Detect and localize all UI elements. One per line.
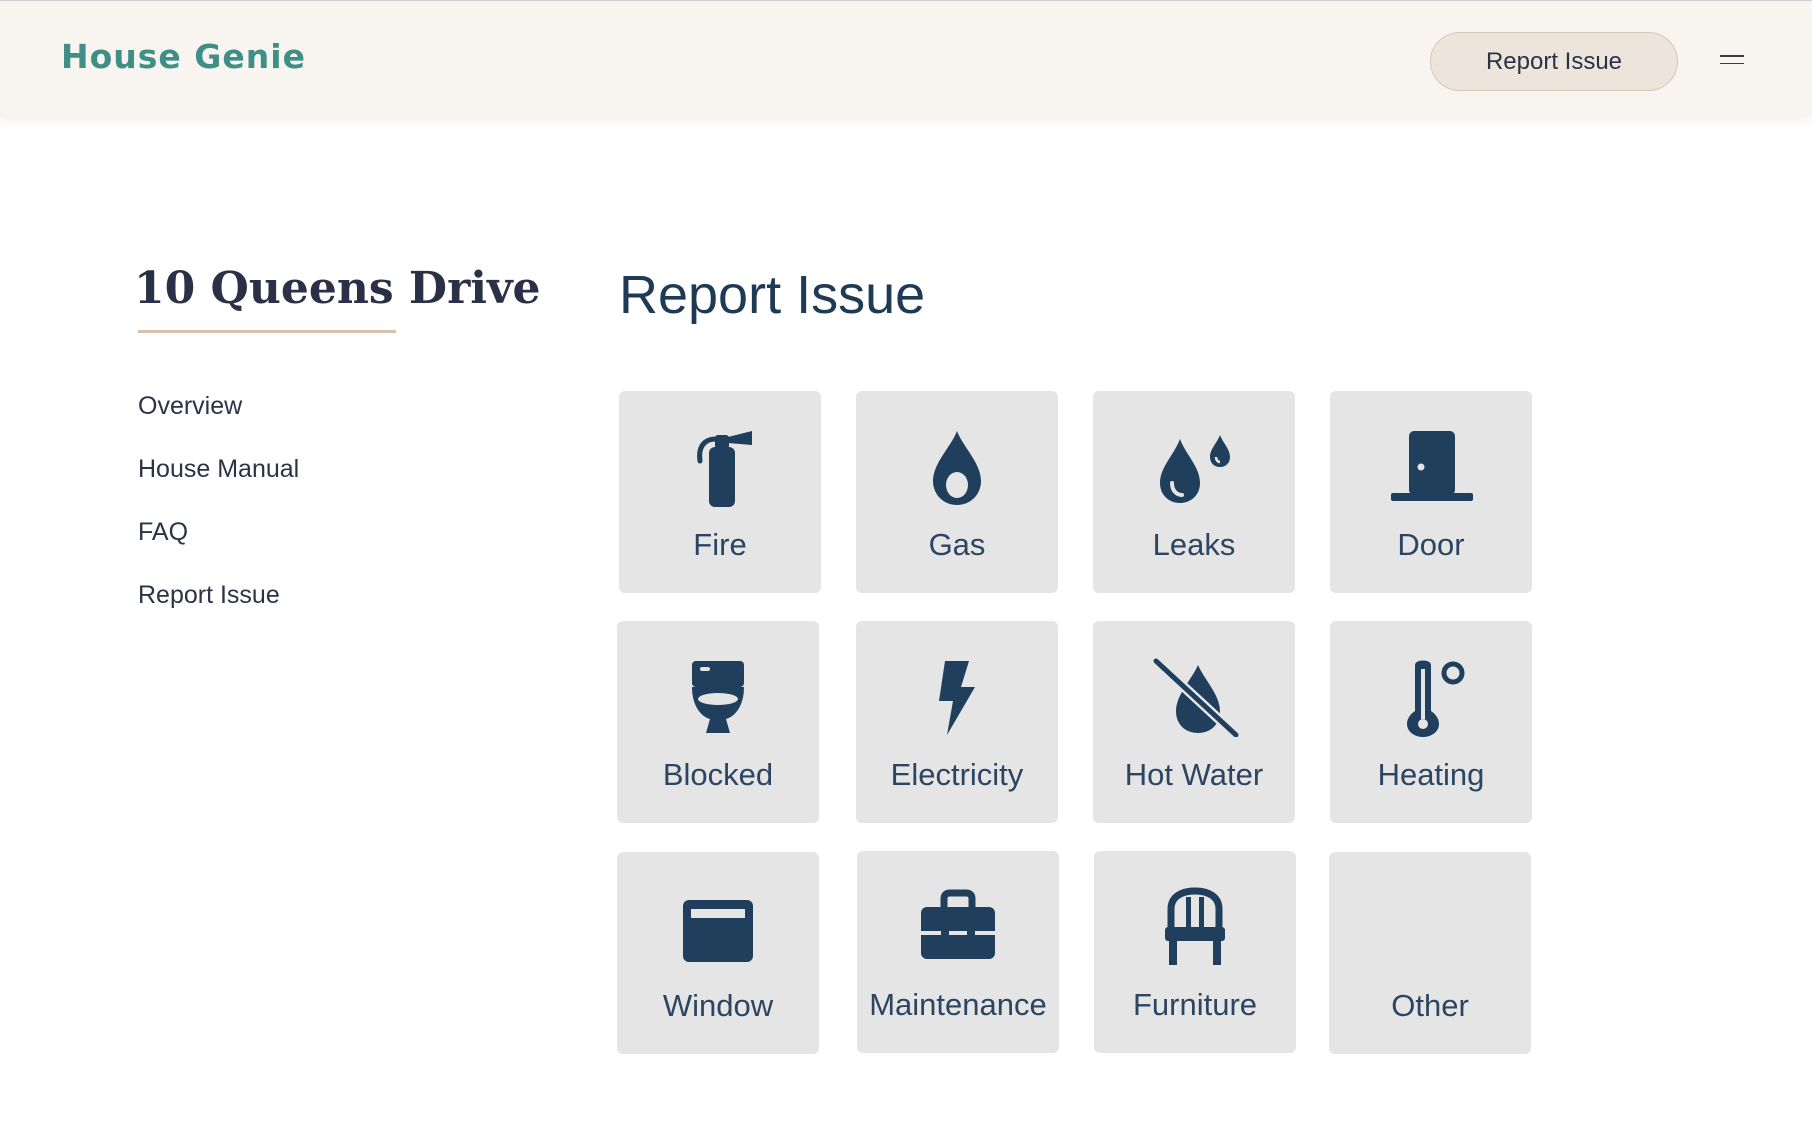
tile-hot-water[interactable]: Hot Water [1093,621,1295,823]
sidebar-nav: Overview House Manual FAQ Report Issue [138,392,299,644]
water-drops-icon [1160,435,1230,503]
tile-maintenance[interactable]: Maintenance [857,851,1059,1053]
tile-other[interactable]: Other [1329,852,1531,1054]
tile-blocked[interactable]: Blocked [617,621,819,823]
tile-fire[interactable]: Fire [619,391,821,593]
page-title: Report Issue [619,265,926,325]
tile-heating[interactable]: Heating [1330,621,1532,823]
top-bar: House Genie Report Issue [0,0,1812,117]
chair-icon [1165,887,1225,965]
toolbox-icon [921,889,995,959]
tile-label: Other [1391,988,1469,1023]
sidebar-item-report-issue[interactable]: Report Issue [138,581,299,644]
tile-label: Electricity [890,757,1024,792]
sidebar-item-overview[interactable]: Overview [138,392,299,455]
tile-label: Maintenance [869,987,1047,1022]
brand-logo[interactable]: House Genie [61,37,306,76]
sidebar-item-faq[interactable]: FAQ [138,518,299,581]
toilet-icon [692,661,744,733]
fire-extinguisher-icon [697,431,752,507]
tile-furniture[interactable]: Furniture [1094,851,1296,1053]
door-icon [1391,431,1473,501]
tile-window[interactable]: Window [617,852,819,1054]
tile-label: Door [1397,527,1465,562]
tile-door[interactable]: Door [1330,391,1532,593]
no-water-icon [1152,657,1240,737]
tile-label: Leaks [1152,527,1236,562]
window-icon [683,900,753,962]
property-title: 10 Queens Drive [134,263,541,314]
tile-label: Window [662,988,774,1023]
lightning-bolt-icon [939,661,975,735]
tile-gas[interactable]: Gas [856,391,1058,593]
tile-label: Hot Water [1124,757,1264,792]
tile-electricity[interactable]: Electricity [856,621,1058,823]
sidebar-item-house-manual[interactable]: House Manual [138,455,299,518]
tile-label: Heating [1377,757,1485,792]
tile-label: Blocked [662,757,774,792]
hamburger-menu-icon[interactable] [1720,55,1746,71]
tile-label: Fire [693,527,747,562]
tile-label: Gas [928,527,986,562]
gas-flame-drop-icon [933,431,981,505]
tile-leaks[interactable]: Leaks [1093,391,1295,593]
thermometer-degree-icon [1407,660,1465,737]
title-underline [138,330,396,333]
tile-label: Furniture [1132,987,1258,1022]
report-issue-button[interactable]: Report Issue [1430,32,1678,91]
